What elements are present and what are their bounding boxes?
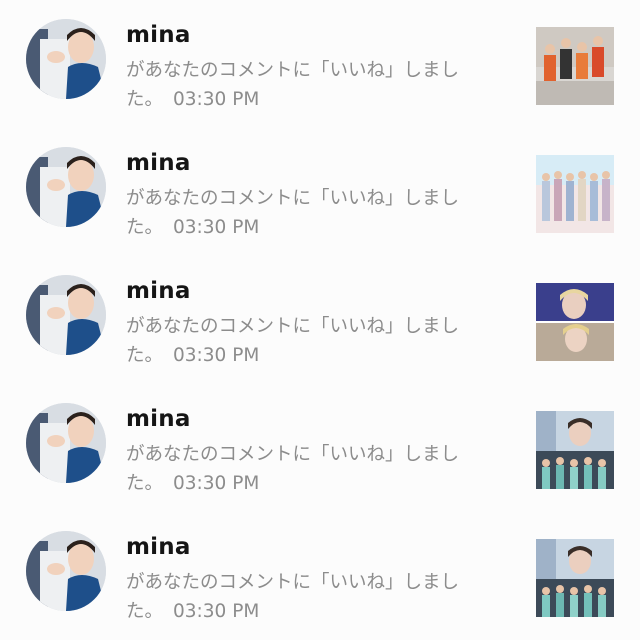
notification-message: があなたのコメントに「いいね」しました。 03:30 PM [126, 568, 486, 626]
username[interactable]: mina [126, 406, 191, 432]
notification-row[interactable]: mina があなたのコメントに「いいね」しました。 03:30 PM [0, 0, 640, 128]
timestamp: 03:30 PM [173, 473, 260, 494]
user-avatar[interactable] [26, 403, 106, 483]
notification-message: があなたのコメントに「いいね」しました。 03:30 PM [126, 440, 486, 498]
notification-row[interactable]: mina があなたのコメントに「いいね」しました。 03:30 PM [0, 256, 640, 384]
notification-row[interactable]: mina があなたのコメントに「いいね」しました。 03:30 PM [0, 128, 640, 256]
user-avatar[interactable] [26, 147, 106, 227]
timestamp: 03:30 PM [173, 89, 260, 110]
post-thumbnail[interactable] [536, 539, 614, 617]
post-thumbnail[interactable] [536, 283, 614, 361]
notification-list: mina があなたのコメントに「いいね」しました。 03:30 PM mina … [0, 0, 640, 640]
post-thumbnail[interactable] [536, 411, 614, 489]
username[interactable]: mina [126, 278, 191, 304]
username[interactable]: mina [126, 150, 191, 176]
username[interactable]: mina [126, 534, 191, 560]
post-thumbnail[interactable] [536, 155, 614, 233]
post-thumbnail[interactable] [536, 27, 614, 105]
timestamp: 03:30 PM [173, 601, 260, 622]
timestamp: 03:30 PM [173, 345, 260, 366]
user-avatar[interactable] [26, 531, 106, 611]
notification-message: があなたのコメントに「いいね」しました。 03:30 PM [126, 56, 486, 114]
user-avatar[interactable] [26, 275, 106, 355]
timestamp: 03:30 PM [173, 217, 260, 238]
username[interactable]: mina [126, 22, 191, 48]
notification-message: があなたのコメントに「いいね」しました。 03:30 PM [126, 184, 486, 242]
user-avatar[interactable] [26, 19, 106, 99]
notification-message: があなたのコメントに「いいね」しました。 03:30 PM [126, 312, 486, 370]
notification-row[interactable]: mina があなたのコメントに「いいね」しました。 03:30 PM [0, 384, 640, 512]
notification-row[interactable]: mina があなたのコメントに「いいね」しました。 03:30 PM [0, 512, 640, 640]
